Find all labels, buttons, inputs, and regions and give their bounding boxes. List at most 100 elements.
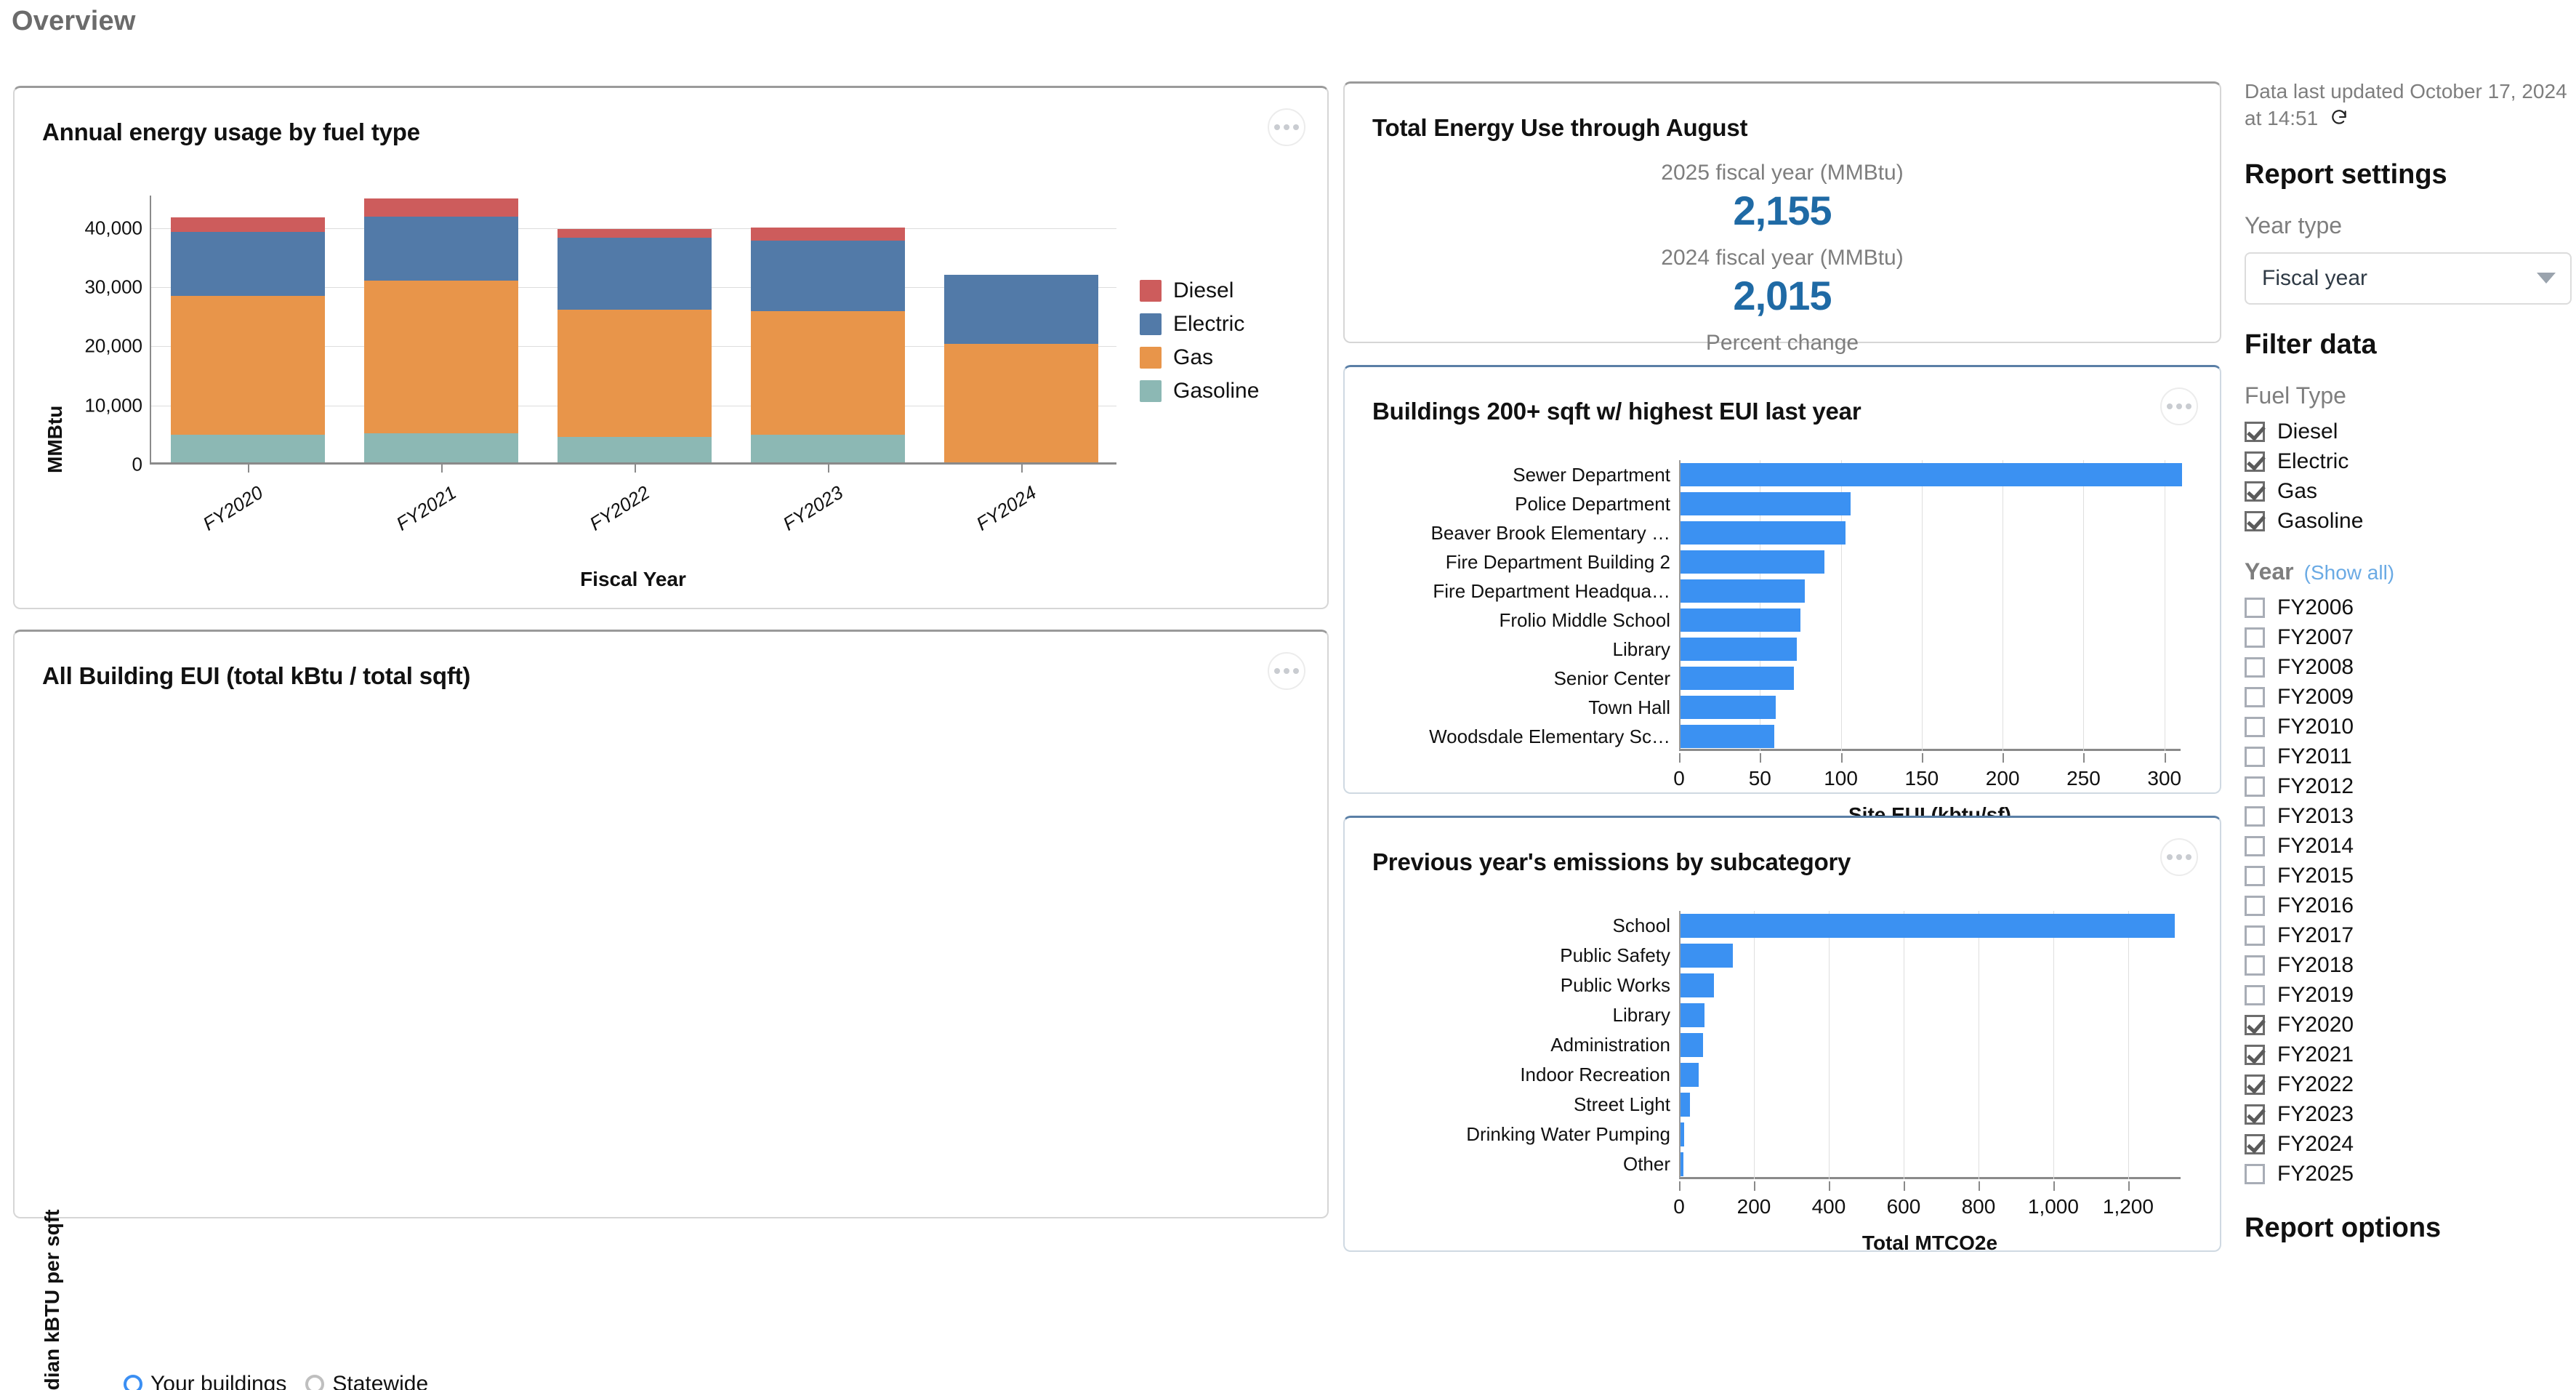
checkbox-icon[interactable] (2245, 1014, 2265, 1035)
year-checkbox-fy2013[interactable]: FY2013 (2245, 804, 2572, 829)
bar-segment-electric[interactable] (363, 216, 519, 281)
bar[interactable] (1681, 973, 1715, 997)
refresh-icon[interactable] (2330, 108, 2348, 134)
legend-item[interactable]: Gas (1140, 345, 1259, 370)
year-checkbox-fy2015[interactable]: FY2015 (2245, 864, 2572, 888)
bar[interactable] (1681, 1003, 1705, 1027)
year-checkbox-fy2007[interactable]: FY2007 (2245, 625, 2572, 650)
card-menu-button-annual-energy[interactable] (1268, 108, 1305, 146)
year-checkbox-fy2016[interactable]: FY2016 (2245, 893, 2572, 918)
bar[interactable] (1681, 1152, 1684, 1176)
checkbox-icon[interactable] (2245, 895, 2265, 916)
bar-segment-gasoline[interactable] (750, 434, 906, 462)
year-checkbox-fy2020[interactable]: FY2020 (2245, 1013, 2572, 1037)
checkbox-icon[interactable] (2245, 1044, 2265, 1065)
bar-segment-diesel[interactable] (363, 198, 519, 217)
fuel-type-checkbox-electric[interactable]: Electric (2245, 449, 2572, 474)
radio-your-buildings[interactable]: Your buildings (124, 1372, 286, 1390)
bar[interactable] (1681, 944, 1734, 968)
year-checkbox-fy2012[interactable]: FY2012 (2245, 774, 2572, 799)
bar-segment-gas[interactable] (557, 310, 712, 438)
year-checkbox-fy2008[interactable]: FY2008 (2245, 655, 2572, 680)
checkbox-icon[interactable] (2245, 481, 2265, 502)
checkbox-icon[interactable] (2245, 1163, 2265, 1184)
bar-segment-electric[interactable] (943, 275, 1099, 345)
bar-segment-diesel[interactable] (557, 228, 712, 238)
checkbox-icon[interactable] (2245, 510, 2265, 531)
checkbox-icon[interactable] (2245, 925, 2265, 946)
checkbox-icon[interactable] (2245, 1104, 2265, 1125)
stacked-bar[interactable] (170, 217, 326, 462)
bar[interactable] (1681, 492, 1851, 515)
bar-segment-electric[interactable] (750, 241, 906, 311)
year-checkbox-fy2017[interactable]: FY2017 (2245, 923, 2572, 948)
year-checkbox-fy2010[interactable]: FY2010 (2245, 715, 2572, 739)
bar[interactable] (1681, 1093, 1691, 1117)
legend-item[interactable]: Gasoline (1140, 379, 1259, 403)
bar[interactable] (1681, 608, 1800, 632)
bar[interactable] (1681, 1063, 1699, 1087)
bar-segment-gas[interactable] (170, 295, 326, 435)
bar[interactable] (1681, 725, 1775, 748)
year-checkbox-fy2019[interactable]: FY2019 (2245, 983, 2572, 1008)
year-checkbox-fy2025[interactable]: FY2025 (2245, 1162, 2572, 1186)
bar[interactable] (1681, 521, 1846, 545)
year-type-select[interactable]: Fiscal year (2245, 252, 2572, 305)
checkbox-icon[interactable] (2245, 984, 2265, 1005)
checkbox-icon[interactable] (2245, 451, 2265, 472)
bar-segment-gasoline[interactable] (170, 434, 326, 462)
checkbox-icon[interactable] (2245, 686, 2265, 707)
bar-segment-electric[interactable] (170, 231, 326, 296)
checkbox-icon[interactable] (2245, 627, 2265, 648)
card-menu-button-all-building-eui[interactable] (1268, 652, 1305, 690)
bar-segment-electric[interactable] (557, 238, 712, 310)
checkbox-icon[interactable] (2245, 716, 2265, 737)
bar[interactable] (1681, 914, 2175, 938)
stacked-bar[interactable] (557, 228, 712, 462)
year-checkbox-fy2006[interactable]: FY2006 (2245, 595, 2572, 620)
year-checkbox-fy2011[interactable]: FY2011 (2245, 744, 2572, 769)
checkbox-icon[interactable] (2245, 656, 2265, 678)
checkbox-icon[interactable] (2245, 955, 2265, 976)
year-checkbox-fy2014[interactable]: FY2014 (2245, 834, 2572, 859)
stacked-bar[interactable] (943, 275, 1099, 462)
bar[interactable] (1681, 579, 1806, 603)
checkbox-icon[interactable] (2245, 421, 2265, 442)
bar-segment-gas[interactable] (943, 344, 1099, 462)
card-menu-button-emissions-subcategory[interactable] (2160, 838, 2198, 876)
checkbox-icon[interactable] (2245, 1133, 2265, 1154)
checkbox-icon[interactable] (2245, 1074, 2265, 1095)
checkbox-icon[interactable] (2245, 835, 2265, 856)
stacked-bar[interactable] (363, 198, 519, 462)
bar[interactable] (1681, 667, 1794, 690)
fuel-type-checkbox-gas[interactable]: Gas (2245, 479, 2572, 504)
bar[interactable] (1681, 1122, 1685, 1146)
bar-segment-diesel[interactable] (170, 217, 326, 232)
bar-segment-gasoline[interactable] (557, 437, 712, 462)
checkbox-icon[interactable] (2245, 746, 2265, 767)
fuel-type-checkbox-diesel[interactable]: Diesel (2245, 419, 2572, 444)
bar-segment-gasoline[interactable] (363, 433, 519, 462)
bar-segment-gas[interactable] (363, 280, 519, 434)
show-all-years-link[interactable]: (Show all) (2304, 561, 2394, 584)
stacked-bar[interactable] (750, 228, 906, 462)
year-checkbox-fy2009[interactable]: FY2009 (2245, 685, 2572, 710)
bar[interactable] (1681, 638, 1798, 661)
checkbox-icon[interactable] (2245, 776, 2265, 797)
year-checkbox-fy2023[interactable]: FY2023 (2245, 1102, 2572, 1127)
year-checkbox-fy2018[interactable]: FY2018 (2245, 953, 2572, 978)
year-checkbox-fy2022[interactable]: FY2022 (2245, 1072, 2572, 1097)
fuel-type-checkbox-gasoline[interactable]: Gasoline (2245, 509, 2572, 534)
bar[interactable] (1681, 1033, 1703, 1057)
checkbox-icon[interactable] (2245, 865, 2265, 886)
checkbox-icon[interactable] (2245, 597, 2265, 618)
card-menu-button-buildings-highest-eui[interactable] (2160, 387, 2198, 425)
bar[interactable] (1681, 696, 1776, 719)
bar-segment-diesel[interactable] (750, 228, 906, 241)
year-checkbox-fy2021[interactable]: FY2021 (2245, 1042, 2572, 1067)
bar[interactable] (1681, 463, 2182, 486)
bar[interactable] (1681, 550, 1825, 574)
bar-segment-gas[interactable] (750, 310, 906, 435)
series-radio-group[interactable]: Your buildings Statewide (124, 1372, 428, 1390)
checkbox-icon[interactable] (2245, 806, 2265, 827)
